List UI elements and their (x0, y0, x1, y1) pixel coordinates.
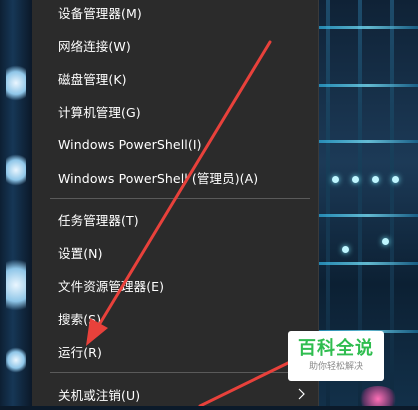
menu-item-task-manager[interactable]: 任务管理器(T) (32, 203, 318, 235)
menu-separator (50, 372, 310, 373)
menu-item-file-explorer[interactable]: 文件资源管理器(E) (32, 269, 318, 301)
menu-item-label: 设备管理器(M) (58, 5, 142, 21)
watermark-logo: 百科全说 助你轻松解决 (288, 331, 384, 381)
watermark-subtitle: 助你轻松解决 (308, 362, 363, 372)
menu-item-computer-management[interactable]: 计算机管理(G) (32, 95, 318, 127)
menu-item-label: 磁盘管理(K) (58, 71, 127, 87)
menu-item-settings[interactable]: 设置(N) (32, 236, 318, 268)
menu-item-search[interactable]: 搜索(S) (32, 302, 318, 334)
menu-item-label: 文件资源管理器(E) (58, 278, 165, 294)
watermark-title: 百科全说 (298, 338, 374, 359)
wallpaper-left-strip (0, 0, 32, 406)
menu-item-powershell[interactable]: Windows PowerShell(I) (32, 128, 318, 160)
chevron-right-icon (296, 387, 306, 401)
menu-item-label: 关机或注销(U) (58, 387, 141, 403)
menu-item-label: Windows PowerShell(I) (58, 136, 202, 152)
menu-item-label: 运行(R) (58, 344, 102, 360)
menu-item-label: Windows PowerShell (管理员)(A) (58, 170, 259, 186)
winx-context-menu: 设备管理器(M) 网络连接(W) 磁盘管理(K) 计算机管理(G) Window… (32, 0, 319, 406)
menu-item-label: 任务管理器(T) (58, 212, 139, 228)
menu-item-run[interactable]: 运行(R) (32, 335, 318, 367)
menu-item-label: 设置(N) (58, 245, 103, 261)
menu-item-label: 网络连接(W) (58, 38, 131, 54)
menu-item-powershell-admin[interactable]: Windows PowerShell (管理员)(A) (32, 161, 318, 193)
menu-separator (50, 198, 310, 199)
menu-item-network-connections[interactable]: 网络连接(W) (32, 29, 318, 61)
menu-item-disk-management[interactable]: 磁盘管理(K) (32, 62, 318, 94)
menu-item-label: 搜索(S) (58, 311, 102, 327)
menu-item-label: 计算机管理(G) (58, 104, 141, 120)
menu-item-device-manager[interactable]: 设备管理器(M) (32, 0, 318, 28)
menu-item-shutdown-signout[interactable]: 关机或注销(U) (32, 378, 318, 410)
